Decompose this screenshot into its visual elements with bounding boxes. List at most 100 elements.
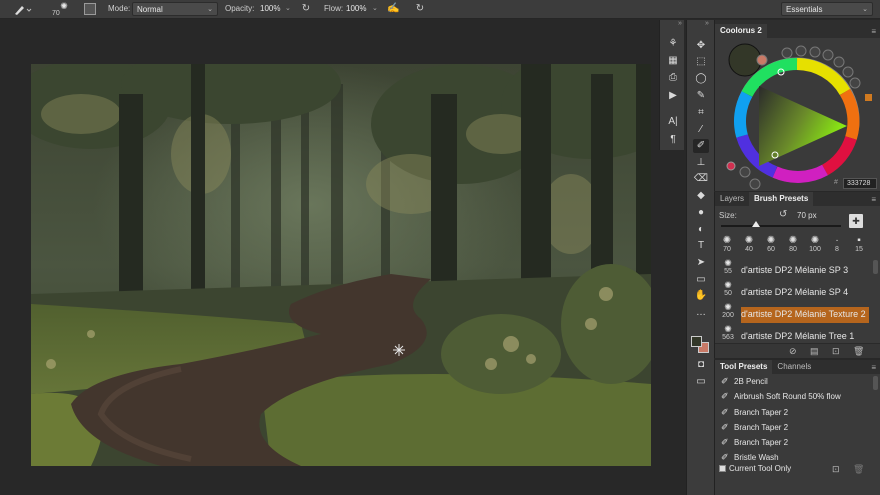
preset-name: Airbrush Soft Round 50% flow: [734, 392, 841, 402]
list-item[interactable]: ✺ 55 d'artiste DP2 Mélanie SP 3: [715, 258, 869, 280]
clone-source-icon[interactable]: ⎙: [665, 71, 681, 85]
brush-name: d'artiste DP2 Mélanie Texture 2: [741, 307, 869, 323]
workspace-dropdown[interactable]: Essentials ⌄: [781, 2, 873, 16]
delete-icon[interactable]: 🗑: [853, 346, 864, 357]
hand-tool-icon[interactable]: ✋: [693, 289, 709, 303]
tab-tool-presets[interactable]: Tool Presets: [715, 360, 773, 374]
tab-coolorus[interactable]: Coolorus 2: [715, 24, 767, 38]
pressure-size-icon[interactable]: ↻: [414, 3, 426, 15]
marquee-tool-icon[interactable]: ⬚: [693, 55, 709, 69]
grid-swatches-icon[interactable]: ▦: [665, 54, 681, 68]
size-slider[interactable]: [721, 221, 841, 227]
list-item[interactable]: ✐ Branch Taper 2: [715, 405, 875, 420]
brush-size-picker[interactable]: ✺ 70: [50, 0, 70, 19]
brush-list-scrollbar[interactable]: [873, 260, 878, 274]
list-item[interactable]: ✐ Airbrush Soft Round 50% flow: [715, 389, 875, 404]
dodge-tool-icon[interactable]: ◐: [693, 223, 709, 237]
current-tool-only-checkbox[interactable]: Current Tool Only: [719, 464, 791, 473]
character-icon[interactable]: A|: [665, 115, 681, 129]
brush-settings-icon[interactable]: ▤: [810, 346, 819, 357]
preset-name: 2B Pencil: [734, 377, 768, 386]
quick-mask-icon[interactable]: ◘: [693, 358, 709, 372]
sprite-60[interactable]: ✺ 60: [761, 236, 781, 254]
forest-painting-canvas[interactable]: [31, 64, 651, 466]
screen-mode-icon[interactable]: ▭: [693, 375, 709, 389]
move-tool-icon[interactable]: ✥: [693, 39, 709, 53]
hex-hash-label: #: [834, 179, 838, 186]
sprite-8[interactable]: · 8: [827, 236, 847, 254]
quick-select-tool-icon[interactable]: ✎: [693, 89, 709, 103]
panel-menu-icon[interactable]: ≡: [871, 363, 876, 372]
toggle-preview-icon[interactable]: ⊘: [789, 346, 797, 357]
sprite-40[interactable]: ✺ 40: [739, 236, 759, 254]
color-wheel[interactable]: [715, 38, 880, 190]
new-brush-icon[interactable]: ✚: [849, 214, 863, 228]
collapse-icon[interactable]: »: [678, 20, 682, 27]
crop-tool-icon[interactable]: ⌗: [693, 106, 709, 120]
size-label: Size:: [719, 211, 737, 220]
opacity-value[interactable]: 100%: [260, 4, 280, 13]
eraser-tool-icon[interactable]: ⌫: [693, 172, 709, 186]
checkbox-icon[interactable]: [719, 465, 726, 472]
swap-color-icon[interactable]: [865, 94, 872, 101]
size-value[interactable]: 70 px: [797, 211, 817, 220]
brush-panel-footer: ⊘ ▤ ⊡ 🗑: [715, 343, 880, 358]
list-item[interactable]: ✐ Branch Taper 2: [715, 420, 875, 435]
type-tool-icon[interactable]: T: [693, 239, 709, 253]
brush-thumb-icon: ✺ 55: [724, 258, 732, 275]
tab-layers[interactable]: Layers: [715, 192, 749, 206]
new-preset-icon[interactable]: ⊡: [832, 464, 840, 475]
brush-name: d'artiste DP2 Mélanie SP 3: [741, 265, 849, 275]
reset-size-icon[interactable]: ↺: [779, 209, 787, 220]
collapse-icon[interactable]: »: [705, 20, 709, 27]
brush-tool-icon[interactable]: ✐: [693, 139, 709, 153]
blur-tool-icon[interactable]: ●: [693, 206, 709, 220]
shape-tool-icon[interactable]: ▭: [693, 273, 709, 287]
sprite-70[interactable]: ✺ 70: [717, 236, 737, 254]
brush-tool-icon[interactable]: [12, 3, 32, 16]
coolorus-tabs: Coolorus 2 ≡: [715, 24, 880, 38]
preset-list-scrollbar[interactable]: [873, 376, 878, 390]
lasso-tool-icon[interactable]: ◯: [693, 72, 709, 86]
brush-icon: ✐: [721, 376, 729, 386]
sprite-15[interactable]: ▪ 15: [849, 236, 869, 254]
brush-icon: ✐: [721, 437, 729, 448]
size-slider-knob[interactable]: [751, 221, 760, 227]
panel-menu-icon[interactable]: ≡: [871, 27, 876, 36]
new-preset-icon[interactable]: ⊡: [832, 346, 840, 357]
tab-channels[interactable]: Channels: [772, 360, 816, 374]
coolorus-panel: Coolorus 2 ≡ # 333728: [714, 24, 880, 191]
eyedropper-tool-icon[interactable]: ⁄: [693, 123, 709, 137]
sprite-80[interactable]: ✺ 80: [783, 236, 803, 254]
sprite-100[interactable]: ✺ 100: [805, 236, 825, 254]
brush-sprite-row: ✺ 70 ✺ 40 ✺ 60 ✺ 80 ✺ 100 · 8 ▪ 15: [715, 236, 875, 258]
flow-chevron-icon[interactable]: ⌄: [372, 4, 378, 12]
path-select-tool-icon[interactable]: ➤: [693, 256, 709, 270]
list-item[interactable]: ✐ Branch Taper 2: [715, 435, 875, 450]
tab-brush-presets[interactable]: Brush Presets: [749, 192, 814, 206]
brush-settings-icon[interactable]: ⚘: [665, 37, 681, 51]
list-item[interactable]: ✺ 50 d'artiste DP2 Mélanie SP 4: [715, 280, 869, 302]
panel-menu-icon[interactable]: ≡: [871, 195, 876, 204]
list-item-selected[interactable]: ✺ 200 d'artiste DP2 Mélanie Texture 2: [715, 302, 869, 324]
paragraph-icon[interactable]: ¶: [665, 133, 681, 147]
opacity-chevron-icon[interactable]: ⌄: [285, 4, 291, 12]
foreground-color-swatch[interactable]: [691, 336, 702, 347]
clone-stamp-tool-icon[interactable]: ⊥: [693, 156, 709, 170]
pressure-opacity-icon[interactable]: ↻: [300, 3, 312, 15]
more-tools-icon[interactable]: …: [693, 306, 709, 320]
paint-bucket-tool-icon[interactable]: ◆: [693, 189, 709, 203]
flow-value[interactable]: 100%: [346, 4, 366, 13]
list-item[interactable]: ✐ 2B Pencil: [715, 374, 875, 389]
preset-name: Branch Taper 2: [734, 407, 789, 417]
delete-icon[interactable]: 🗑: [853, 464, 864, 475]
actions-play-icon[interactable]: ▶: [665, 89, 681, 103]
brush-presets-panel: Layers Brush Presets ≡ Size: ↺ 70 px ✚ ✺…: [714, 192, 880, 358]
brush-panel-toggle[interactable]: [84, 3, 96, 15]
brush-icon: ✐: [721, 406, 729, 417]
airbrush-icon[interactable]: ✍: [387, 3, 399, 15]
brush-list: ✺ 55 d'artiste DP2 Mélanie SP 3 ✺ 50 d'art…: [715, 258, 869, 346]
brush-thumb-icon: ✺ 200: [722, 302, 734, 319]
hex-input[interactable]: 333728: [843, 178, 877, 189]
mode-dropdown[interactable]: Normal ⌄: [132, 2, 218, 16]
